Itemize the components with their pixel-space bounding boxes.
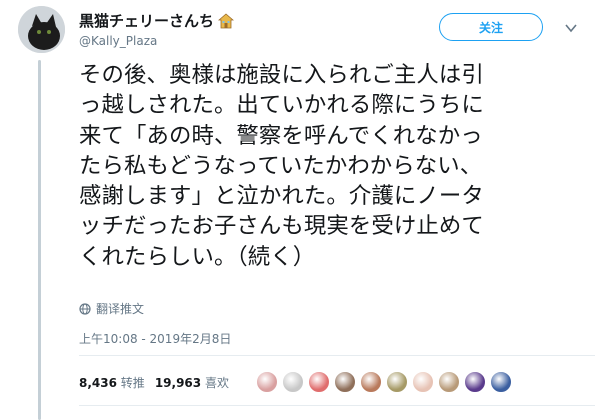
black-cat-avatar-icon xyxy=(18,6,65,53)
retweets-count: 8,436 xyxy=(79,376,117,390)
house-icon xyxy=(218,12,235,28)
chevron-down-icon[interactable] xyxy=(564,22,578,34)
translate-label: 翻译推文 xyxy=(96,302,145,316)
user-handle[interactable]: @Kally_Plaza xyxy=(79,34,234,48)
liker-avatar[interactable] xyxy=(490,371,512,393)
retweets-label: 转推 xyxy=(120,376,145,390)
follow-button[interactable]: 关注 xyxy=(439,13,543,41)
display-name[interactable]: 黒猫チェリーさんち xyxy=(79,10,235,31)
liker-avatar[interactable] xyxy=(360,371,382,393)
liker-avatar[interactable] xyxy=(334,371,356,393)
tweet-text: その後、奥様は施設に入られご主人は引 っ越しされた。出ていかれる際にうちに 来て… xyxy=(79,62,484,270)
likes-stat[interactable]: 19,963 喜欢 xyxy=(155,374,229,391)
likes-count: 19,963 xyxy=(154,376,202,390)
liker-avatar[interactable] xyxy=(412,371,434,393)
display-name-text: 黒猫チェリーさんち xyxy=(79,12,215,30)
avatar[interactable] xyxy=(18,6,65,53)
liker-avatar[interactable] xyxy=(386,371,408,393)
retweets-stat[interactable]: 8,436 转推 xyxy=(79,374,145,391)
liker-avatar[interactable] xyxy=(308,371,330,393)
translate-tweet-link[interactable]: 翻译推文 xyxy=(79,300,144,317)
likes-label: 喜欢 xyxy=(204,376,229,390)
tweet-stats: 8,436 转推 19,963 喜欢 xyxy=(79,374,229,391)
thread-line xyxy=(38,60,41,420)
liker-avatar[interactable] xyxy=(256,371,278,393)
liker-avatar[interactable] xyxy=(438,371,460,393)
user-info: 黒猫チェリーさんち @Kally_Plaza xyxy=(79,10,235,48)
tweet-timestamp[interactable]: 上午10:08 - 2019年2月8日 xyxy=(79,330,231,347)
divider xyxy=(79,405,595,406)
liker-avatars xyxy=(256,371,512,393)
globe-icon xyxy=(79,302,91,315)
liker-avatar[interactable] xyxy=(464,371,486,393)
divider xyxy=(79,355,595,356)
liker-avatar[interactable] xyxy=(282,371,304,393)
